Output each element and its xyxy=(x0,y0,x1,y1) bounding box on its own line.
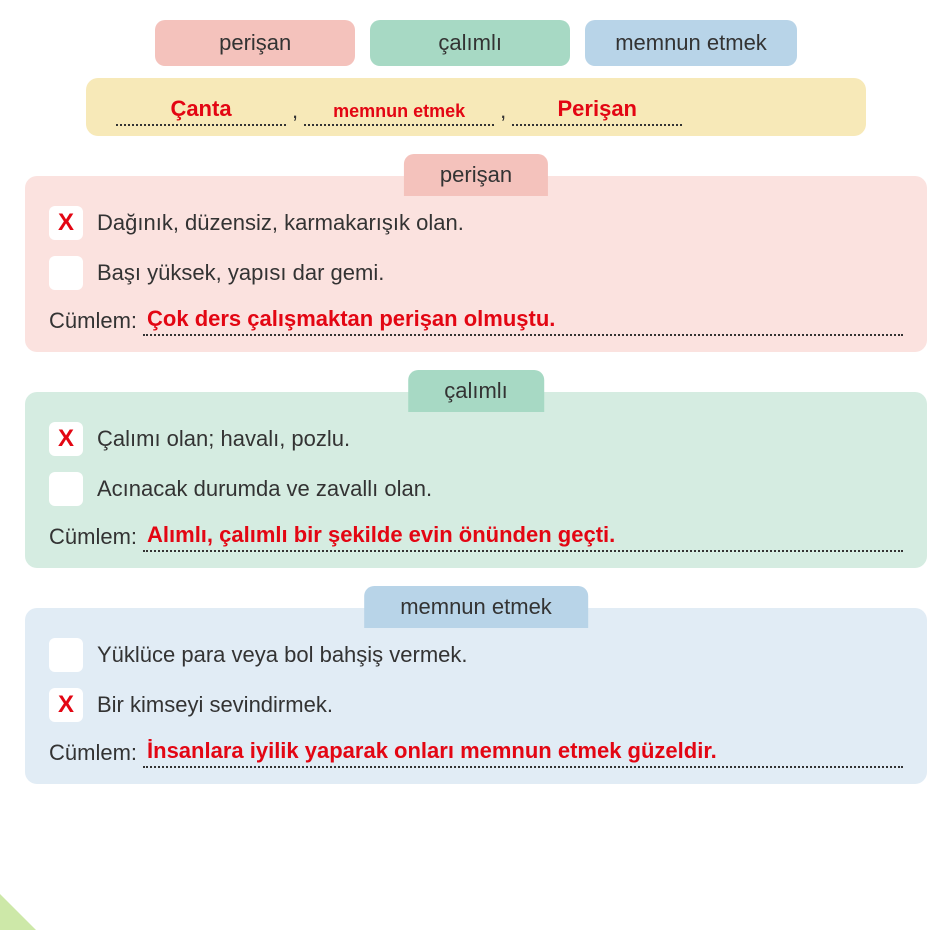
answer-blank-2[interactable]: memnun etmek xyxy=(304,101,494,126)
sentence-answer[interactable]: İnsanlara iyilik yaparak onları memnun e… xyxy=(143,738,903,768)
pill-calimli: çalımlı xyxy=(370,20,570,66)
checkbox[interactable] xyxy=(49,638,83,672)
option-row: Yüklüce para veya bol bahşiş vermek. xyxy=(49,638,903,672)
checkbox[interactable] xyxy=(49,472,83,506)
section-header-calimli: çalımlı xyxy=(408,370,544,412)
sentence-label: Cümlem: xyxy=(49,308,137,336)
section-memnun: memnun etmek Yüklüce para veya bol bahşi… xyxy=(25,608,927,784)
sentence-answer[interactable]: Çok ders çalışmaktan perişan olmuştu. xyxy=(143,306,903,336)
option-text: Bir kimseyi sevindirmek. xyxy=(97,692,333,718)
sentence-row: Cümlem: İnsanlara iyilik yaparak onları … xyxy=(49,738,903,768)
sentence-answer[interactable]: Alımlı, çalımlı bir şekilde evin önünden… xyxy=(143,522,903,552)
answer-blank-1[interactable]: Çanta xyxy=(116,96,286,126)
option-text: Acınacak durumda ve zavallı olan. xyxy=(97,476,432,502)
option-row: Acınacak durumda ve zavallı olan. xyxy=(49,472,903,506)
pill-memnun: memnun etmek xyxy=(585,20,797,66)
section-header-perisan: perişan xyxy=(404,154,548,196)
sentence-row: Cümlem: Çok ders çalışmaktan perişan olm… xyxy=(49,306,903,336)
section-body-memnun: Yüklüce para veya bol bahşiş vermek. X B… xyxy=(25,608,927,784)
top-word-pills: perişan çalımlı memnun etmek xyxy=(15,20,937,66)
section-header-memnun: memnun etmek xyxy=(364,586,588,628)
option-text: Çalımı olan; havalı, pozlu. xyxy=(97,426,350,452)
separator: , xyxy=(500,98,506,126)
option-row: X Bir kimseyi sevindirmek. xyxy=(49,688,903,722)
sentence-label: Cümlem: xyxy=(49,740,137,768)
separator: , xyxy=(292,98,298,126)
answer-strip: Çanta , memnun etmek , Perişan xyxy=(86,78,866,136)
section-body-perisan: X Dağınık, düzensiz, karmakarışık olan. … xyxy=(25,176,927,352)
checkbox[interactable] xyxy=(49,256,83,290)
checkbox[interactable]: X xyxy=(49,206,83,240)
option-row: X Dağınık, düzensiz, karmakarışık olan. xyxy=(49,206,903,240)
checkbox[interactable]: X xyxy=(49,688,83,722)
section-calimli: çalımlı X Çalımı olan; havalı, pozlu. Ac… xyxy=(25,392,927,568)
sentence-row: Cümlem: Alımlı, çalımlı bir şekilde evin… xyxy=(49,522,903,552)
option-text: Yüklüce para veya bol bahşiş vermek. xyxy=(97,642,468,668)
option-row: X Çalımı olan; havalı, pozlu. xyxy=(49,422,903,456)
sentence-label: Cümlem: xyxy=(49,524,137,552)
option-text: Başı yüksek, yapısı dar gemi. xyxy=(97,260,384,286)
answer-blank-3[interactable]: Perişan xyxy=(512,96,682,126)
section-perisan: perişan X Dağınık, düzensiz, karmakarışı… xyxy=(25,176,927,352)
option-row: Başı yüksek, yapısı dar gemi. xyxy=(49,256,903,290)
pill-perisan: perişan xyxy=(155,20,355,66)
section-body-calimli: X Çalımı olan; havalı, pozlu. Acınacak d… xyxy=(25,392,927,568)
page-corner-icon xyxy=(0,894,36,930)
option-text: Dağınık, düzensiz, karmakarışık olan. xyxy=(97,210,464,236)
checkbox[interactable]: X xyxy=(49,422,83,456)
